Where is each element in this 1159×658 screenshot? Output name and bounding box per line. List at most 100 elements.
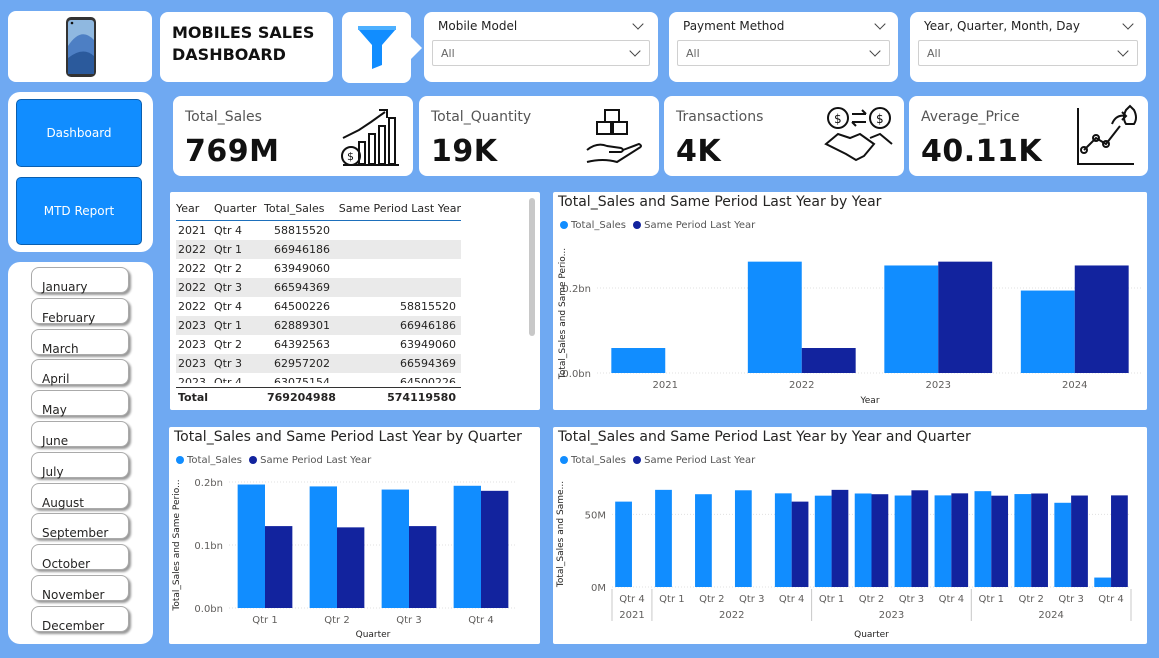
chevron-down-icon[interactable] (1117, 45, 1129, 57)
month-label: April (42, 372, 70, 387)
month-button-may[interactable]: May (31, 390, 129, 417)
bar-same-period-last-year-2023[interactable] (938, 261, 993, 373)
chevron-down-icon[interactable] (632, 18, 644, 30)
chevron-down-icon[interactable] (874, 18, 886, 30)
col-header-quarter[interactable]: Quarter (214, 198, 264, 220)
x-tick-label: Qtr 3 (899, 594, 924, 605)
bar-total-sales-qtr-1[interactable] (814, 495, 832, 587)
table-row[interactable]: 2022 Qtr 4 64500226 58815520 (176, 297, 461, 316)
table-row[interactable]: 2022 Qtr 1 66946186 (176, 239, 461, 259)
bar-total-sales-qtr-4[interactable] (774, 493, 792, 587)
chevron-down-icon[interactable] (629, 45, 641, 57)
month-button-april[interactable]: April (31, 359, 129, 387)
mtd-report-button[interactable]: MTD Report (16, 177, 142, 245)
table-cell: Qtr 4 (214, 299, 242, 313)
bar-same-period-last-year-qtr-4[interactable] (1111, 495, 1128, 587)
bar-total-sales-2022[interactable] (747, 261, 802, 373)
table-cell: Qtr 3 (214, 356, 242, 370)
table-cell: 58815520 (274, 223, 330, 237)
month-button-december[interactable]: December (31, 605, 129, 633)
bar-same-period-last-year-qtr-4[interactable] (481, 490, 509, 608)
bar-total-sales-2023[interactable] (884, 265, 939, 373)
handshake-exchange-icon: $ $ (824, 107, 893, 162)
x-tick-label: Qtr 3 (396, 615, 421, 626)
table-row[interactable]: 2022 Qtr 3 66594369 (176, 277, 461, 297)
y-axis-title: Total_Sales and Same Perio... (172, 479, 182, 611)
table-cell: Qtr 1 (214, 318, 242, 332)
bar-total-sales-qtr-1[interactable] (974, 491, 992, 587)
month-button-october[interactable]: October (31, 544, 129, 571)
filter-toggle-button[interactable] (342, 12, 411, 83)
col-header-year[interactable]: Year (176, 198, 214, 220)
bar-same-period-last-year-qtr-2[interactable] (1031, 493, 1048, 587)
bar-total-sales-qtr-2[interactable] (854, 493, 872, 587)
bar-total-sales-2021[interactable] (611, 348, 666, 373)
bar-total-sales-2024[interactable] (1020, 290, 1075, 373)
bar-total-sales-qtr-4[interactable] (1094, 577, 1112, 587)
slicer-payment-method-select[interactable]: All (677, 40, 890, 66)
table-cell: 2021 (178, 223, 206, 237)
table-row[interactable]: 2023 Qtr 2 64392563 63949060 (176, 335, 461, 354)
bar-total-sales-qtr-1[interactable] (237, 484, 265, 608)
slicer-mobile-model-select[interactable]: All (432, 40, 650, 66)
bar-same-period-last-year-qtr-2[interactable] (871, 494, 889, 587)
month-button-february[interactable]: February (31, 297, 129, 325)
boxes-hand-icon (586, 109, 642, 164)
bar-same-period-last-year-qtr-4[interactable] (951, 493, 969, 587)
month-button-march[interactable]: March (31, 328, 129, 356)
bar-same-period-last-year-qtr-3[interactable] (1071, 495, 1088, 587)
month-button-january[interactable]: January (31, 267, 129, 294)
kpi-total-sales-label: Total_Sales (185, 109, 262, 125)
total-last-year-value: 574119580 (387, 391, 456, 404)
slicer-date-hierarchy[interactable]: Year, Quarter, Month, Day All (910, 12, 1146, 82)
bar-same-period-last-year-qtr-2[interactable] (337, 527, 365, 608)
bar-total-sales-qtr-3[interactable] (1054, 502, 1072, 587)
month-button-july[interactable]: July (31, 451, 129, 479)
col-header-total-sales[interactable]: Total_Sales (264, 198, 336, 220)
bar-same-period-last-year-2024[interactable] (1074, 265, 1129, 373)
bar-total-sales-qtr-4[interactable] (453, 485, 481, 608)
slicer-payment-method[interactable]: Payment Method All (669, 12, 898, 82)
table-cell: 58815520 (400, 299, 456, 313)
col-header-same-period[interactable]: Same Period Last Year (336, 198, 461, 220)
bar-total-sales-qtr-2[interactable] (1014, 494, 1032, 587)
table-scrollbar[interactable] (529, 198, 535, 336)
chevron-down-icon[interactable] (1122, 18, 1134, 30)
table-row[interactable]: 2023 Qtr 3 62957202 66594369 (176, 353, 461, 373)
table-row[interactable]: 2021 Qtr 4 58815520 (176, 220, 461, 240)
bar-same-period-last-year-2022[interactable] (801, 348, 856, 373)
bar-same-period-last-year-qtr-1[interactable] (991, 495, 1009, 587)
bar-total-sales-qtr-4[interactable] (934, 495, 952, 587)
bar-total-sales-qtr-3[interactable] (381, 489, 409, 608)
table-row[interactable]: 2023 Qtr 1 62889301 66946186 (176, 315, 461, 335)
month-button-september[interactable]: September (31, 513, 129, 540)
bar-total-sales-qtr-3[interactable] (894, 495, 912, 587)
bar-total-sales-qtr-3[interactable] (734, 490, 752, 587)
y-tick-label: 0.0bn (194, 604, 223, 615)
month-button-november[interactable]: November (31, 575, 129, 602)
chevron-down-icon[interactable] (869, 45, 881, 57)
bar-same-period-last-year-qtr-3[interactable] (409, 526, 437, 608)
bar-total-sales-qtr-2[interactable] (695, 494, 712, 587)
group-label: 2021 (619, 610, 644, 621)
bar-total-sales-qtr-2[interactable] (309, 486, 337, 608)
table-row[interactable]: 2022 Qtr 2 63949060 (176, 259, 461, 278)
month-button-august[interactable]: August (31, 482, 129, 510)
bar-same-period-last-year-qtr-4[interactable] (791, 501, 809, 587)
dashboard-button[interactable]: Dashboard (16, 99, 142, 167)
bar-same-period-last-year-qtr-1[interactable] (831, 489, 849, 587)
bar-same-period-last-year-qtr-1[interactable] (265, 526, 293, 608)
bar-total-sales-qtr-4[interactable] (615, 501, 632, 587)
table-cell: 2022 (178, 261, 206, 275)
bar-same-period-last-year-qtr-3[interactable] (911, 490, 929, 587)
month-button-june[interactable]: June (31, 421, 129, 448)
logo-card (8, 11, 152, 82)
total-label: Total (178, 391, 209, 404)
table-cell: 63949060 (400, 337, 456, 351)
sales-table-card: Year Quarter Total_Sales Same Period Las… (170, 192, 540, 410)
y-tick-label: 0.1bn (194, 541, 223, 552)
x-tick-label: Qtr 1 (979, 594, 1004, 605)
bar-total-sales-qtr-1[interactable] (655, 489, 672, 587)
slicer-mobile-model[interactable]: Mobile Model All (424, 12, 658, 82)
slicer-date-hierarchy-select[interactable]: All (918, 40, 1138, 66)
